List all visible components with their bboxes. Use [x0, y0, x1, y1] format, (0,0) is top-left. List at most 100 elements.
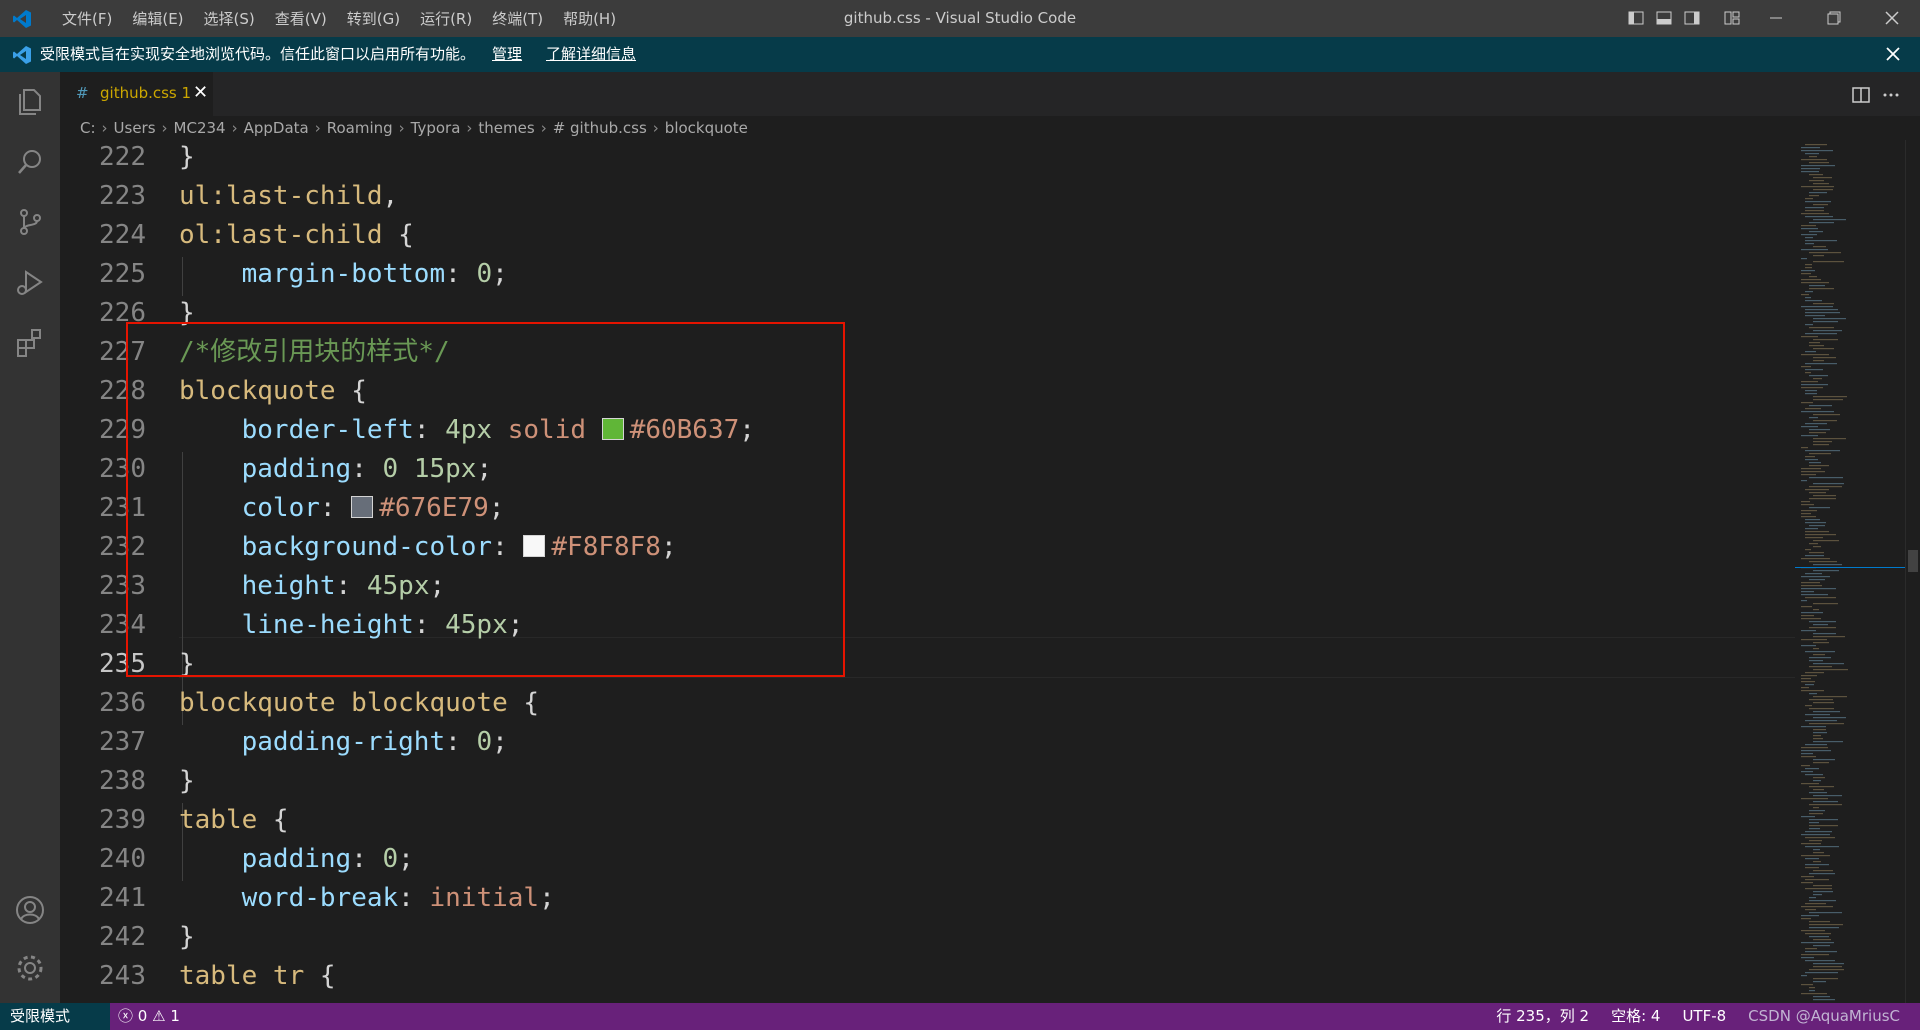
minimap[interactable] — [1795, 140, 1905, 1003]
accounts-icon[interactable] — [14, 894, 46, 926]
minimap-line — [1801, 336, 1818, 338]
customize-layout-icon[interactable] — [1724, 10, 1740, 26]
code-line[interactable]: 224 ol:last-child { — [60, 216, 1795, 255]
breadcrumb-file[interactable]: # github.css — [553, 119, 647, 137]
minimap-line — [1809, 990, 1815, 992]
breadcrumb-item[interactable]: Typora — [411, 119, 461, 137]
minimap-line — [1813, 546, 1821, 548]
code-line[interactable]: 239 table { — [60, 801, 1795, 840]
toggle-secondary-sidebar-icon[interactable] — [1684, 10, 1700, 26]
code-line[interactable]: 241 word-break: initial; — [60, 879, 1795, 918]
chevron-right-icon: › — [540, 119, 547, 137]
code-editor[interactable]: 222} 223 ul:last-child, 224 ol:last-child {2… — [60, 140, 1795, 1003]
minimap-line — [1801, 306, 1833, 308]
minimap-line — [1801, 426, 1818, 428]
minimap-line — [1805, 597, 1836, 599]
minimap-line — [1801, 159, 1827, 161]
breadcrumb-item[interactable]: C: — [80, 119, 96, 137]
minimap-line — [1809, 708, 1834, 710]
code-line[interactable]: 242} — [60, 918, 1795, 957]
minimap-line — [1801, 381, 1818, 383]
minimap-line — [1809, 462, 1821, 464]
code-line[interactable]: 223 ul:last-child, — [60, 177, 1795, 216]
minimap-line — [1809, 921, 1830, 923]
tab-github-css[interactable]: # github.css 1 ✕ — [60, 72, 213, 116]
toggle-sidebar-icon[interactable] — [1628, 10, 1644, 26]
more-actions-icon[interactable] — [1882, 86, 1900, 104]
status-indentation[interactable]: 空格: 4 — [1611, 1003, 1660, 1030]
toggle-panel-icon[interactable] — [1656, 10, 1672, 26]
minimap-line — [1805, 351, 1816, 353]
minimap-line — [1813, 330, 1842, 332]
minimap-line — [1801, 585, 1822, 587]
scrollbar-thumb[interactable] — [1908, 550, 1918, 572]
code-line[interactable]: 240 padding: 0; — [60, 840, 1795, 879]
minimap-line — [1809, 786, 1834, 788]
code-line[interactable]: 236 blockquote blockquote { — [60, 684, 1795, 723]
minimap-line — [1805, 534, 1836, 536]
breadcrumb-symbol[interactable]: blockquote — [665, 119, 748, 137]
minimap-line — [1809, 156, 1817, 158]
minimap-line — [1809, 453, 1831, 455]
banner-learn-more-link[interactable]: 了解详细信息 — [546, 37, 636, 72]
minimap-line — [1813, 378, 1822, 380]
tab-label: github.css 1 — [100, 84, 192, 102]
minimap-line — [1813, 762, 1829, 764]
code-line[interactable]: 222} — [60, 140, 1795, 177]
vertical-scrollbar[interactable] — [1905, 140, 1920, 1003]
status-cursor-position[interactable]: 行 235，列 2 — [1496, 1003, 1589, 1030]
code-line[interactable]: 238} — [60, 762, 1795, 801]
minimap-line — [1813, 189, 1833, 191]
source-control-icon[interactable] — [14, 206, 46, 238]
split-editor-icon[interactable] — [1852, 86, 1870, 104]
minimap-line — [1813, 204, 1828, 206]
minimap-line — [1805, 243, 1814, 245]
minimap-line — [1809, 666, 1832, 668]
code-line[interactable]: 244 border: 1px solid #dfe2e5; — [60, 996, 1795, 1003]
status-restricted-mode[interactable]: 受限模式 — [0, 1003, 110, 1030]
code-line[interactable]: 225 margin-bottom: 0; — [60, 255, 1795, 294]
code-line[interactable]: 237 padding-right: 0; — [60, 723, 1795, 762]
line-number: 222 — [99, 142, 146, 172]
minimap-line — [1809, 231, 1823, 233]
status-problems[interactable]: ⓧ 0 ⚠ 1 — [118, 1003, 180, 1030]
minimap-line — [1813, 318, 1846, 320]
minimap-line — [1809, 792, 1827, 794]
explorer-icon[interactable] — [14, 86, 46, 118]
minimap-line — [1813, 603, 1838, 605]
minimap-line — [1801, 954, 1829, 956]
tab-close-icon[interactable]: ✕ — [193, 82, 208, 103]
minimap-line — [1813, 441, 1832, 443]
breadcrumb-item[interactable]: themes — [478, 119, 534, 137]
minimap-line — [1805, 888, 1832, 890]
minimap-line — [1805, 909, 1816, 911]
line-number: 225 — [99, 259, 146, 289]
minimap-line — [1805, 267, 1812, 269]
breadcrumb-item[interactable]: Users — [114, 119, 156, 137]
breadcrumb-item[interactable]: MC234 — [174, 119, 226, 137]
run-debug-icon[interactable] — [14, 266, 46, 298]
minimap-line — [1801, 753, 1813, 755]
search-icon[interactable] — [14, 146, 46, 178]
line-number: 244 — [60, 996, 146, 1003]
restore-icon[interactable] — [1826, 10, 1842, 26]
minimap-line — [1813, 360, 1824, 362]
banner-manage-link[interactable]: 管理 — [492, 37, 522, 72]
line-number: 224 — [99, 220, 146, 250]
status-encoding[interactable]: UTF-8 — [1682, 1003, 1726, 1030]
minimap-line — [1813, 996, 1830, 998]
extensions-icon[interactable] — [14, 326, 46, 358]
minimap-line — [1809, 174, 1823, 176]
settings-gear-icon[interactable] — [14, 952, 46, 984]
breadcrumb-item[interactable]: Roaming — [327, 119, 393, 137]
minimap-line — [1805, 684, 1814, 686]
minimap-line — [1805, 933, 1831, 935]
minimap-line — [1801, 975, 1807, 977]
code-line[interactable]: 243 table tr { — [60, 957, 1795, 996]
minimize-icon[interactable] — [1768, 10, 1784, 26]
close-window-icon[interactable] — [1884, 10, 1900, 26]
banner-close-icon[interactable] — [1886, 47, 1900, 61]
minimap-line — [1813, 483, 1844, 485]
minimap-line — [1813, 624, 1828, 626]
breadcrumb-item[interactable]: AppData — [244, 119, 309, 137]
